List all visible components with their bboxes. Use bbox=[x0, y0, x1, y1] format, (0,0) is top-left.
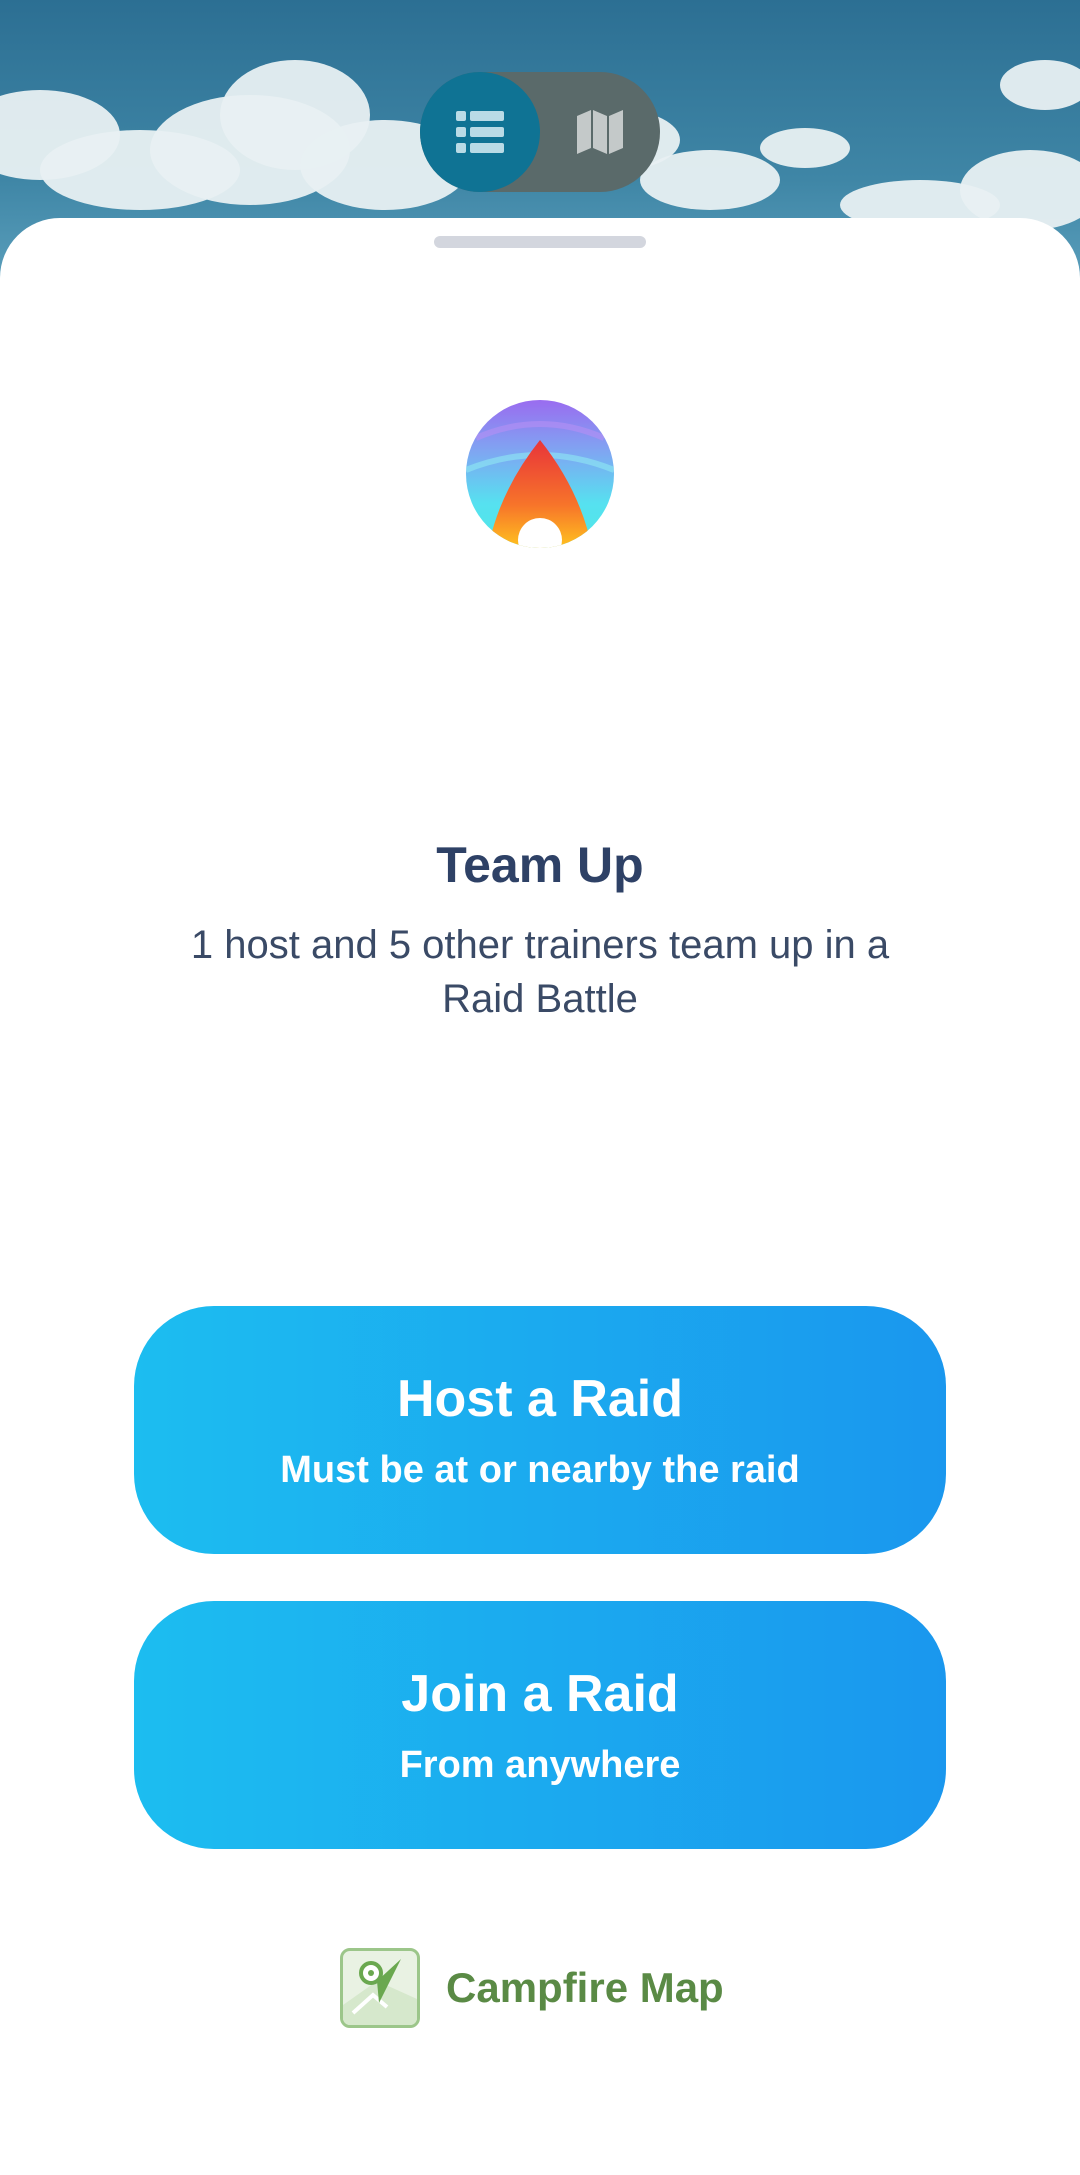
sheet-drag-handle[interactable] bbox=[434, 236, 646, 248]
view-toggle bbox=[420, 72, 660, 192]
join-raid-title: Join a Raid bbox=[401, 1664, 679, 1723]
page-title: Team Up bbox=[436, 837, 644, 893]
host-raid-title: Host a Raid bbox=[396, 1369, 684, 1428]
bottom-sheet: Team Up 1 host and 5 other trainers team… bbox=[0, 218, 1080, 2175]
campfire-flame-logo-icon bbox=[466, 400, 614, 548]
page-subtitle: 1 host and 5 other trainers team up in a… bbox=[190, 923, 890, 1021]
campfire-map-label: Campfire Map bbox=[446, 1964, 724, 2011]
join-raid-button[interactable]: Join a Raid From anywhere bbox=[134, 1601, 946, 1849]
list-icon bbox=[456, 111, 504, 153]
campfire-map-link[interactable]: Campfire Map bbox=[340, 1946, 724, 2030]
host-raid-button[interactable]: Host a Raid Must be at or nearby the rai… bbox=[134, 1306, 946, 1554]
join-raid-subtitle: From anywhere bbox=[399, 1743, 681, 1786]
map-view-button[interactable] bbox=[540, 72, 660, 192]
map-icon bbox=[577, 110, 623, 154]
list-view-button[interactable] bbox=[420, 72, 540, 192]
host-raid-subtitle: Must be at or nearby the raid bbox=[280, 1448, 800, 1491]
campfire-map-icon bbox=[340, 1948, 420, 2028]
